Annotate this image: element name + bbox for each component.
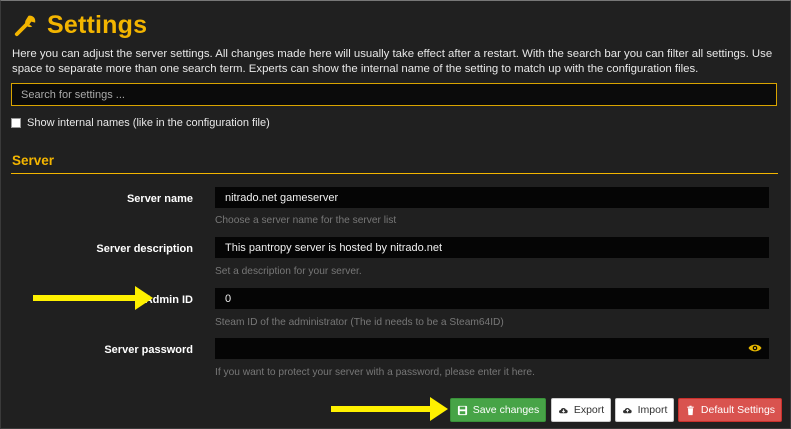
page-title: Settings [47, 10, 148, 39]
server-description-hint: Set a description for your server. [215, 266, 362, 277]
server-section-title: Server [12, 153, 55, 168]
server-description-label: Server description [96, 243, 193, 255]
default-settings-label: Default Settings [700, 404, 776, 416]
show-internal-names-option[interactable]: Show internal names (like in the configu… [11, 117, 270, 129]
save-changes-button[interactable]: Save changes [450, 398, 546, 422]
trash-icon [687, 405, 694, 415]
server-description-input[interactable]: This pantropy server is hosted by nitrad… [215, 237, 769, 258]
server-password-hint: If you want to protect your server with … [215, 367, 535, 378]
server-password-input[interactable] [215, 338, 769, 359]
server-name-label: Server name [126, 193, 193, 205]
show-internal-names-label: Show internal names (like in the configu… [27, 117, 270, 129]
search-input[interactable] [11, 83, 777, 106]
show-internal-names-checkbox[interactable] [11, 118, 21, 128]
export-button[interactable]: Export [551, 398, 611, 422]
save-changes-label: Save changes [472, 404, 540, 416]
section-divider [11, 173, 778, 174]
wrench-icon [14, 15, 36, 36]
server-name-hint: Choose a server name for the server list [215, 215, 397, 226]
import-button[interactable]: Import [615, 398, 674, 422]
save-annotation-arrow [331, 397, 448, 421]
admin-id-annotation-arrow [33, 286, 153, 310]
server-password-label: Server password [104, 344, 193, 356]
server-name-input[interactable]: nitrado.net gameserver [215, 187, 769, 208]
server-description-value: This pantropy server is hosted by nitrad… [225, 241, 443, 254]
import-label: Import [637, 404, 668, 416]
settings-description: Here you can adjust the server settings.… [12, 48, 773, 75]
default-settings-button[interactable]: Default Settings [678, 398, 782, 422]
admin-id-hint: Steam ID of the administrator (The id ne… [215, 317, 504, 328]
page-header: Settings [12, 8, 147, 42]
cloud-download-icon [558, 407, 568, 413]
eye-icon[interactable] [748, 343, 762, 353]
cloud-upload-icon [622, 407, 632, 413]
server-name-value: nitrado.net gameserver [225, 191, 339, 204]
save-icon [457, 405, 467, 415]
export-label: Export [573, 404, 605, 416]
admin-id-input[interactable]: 0 [215, 288, 769, 309]
admin-id-value: 0 [225, 292, 232, 305]
